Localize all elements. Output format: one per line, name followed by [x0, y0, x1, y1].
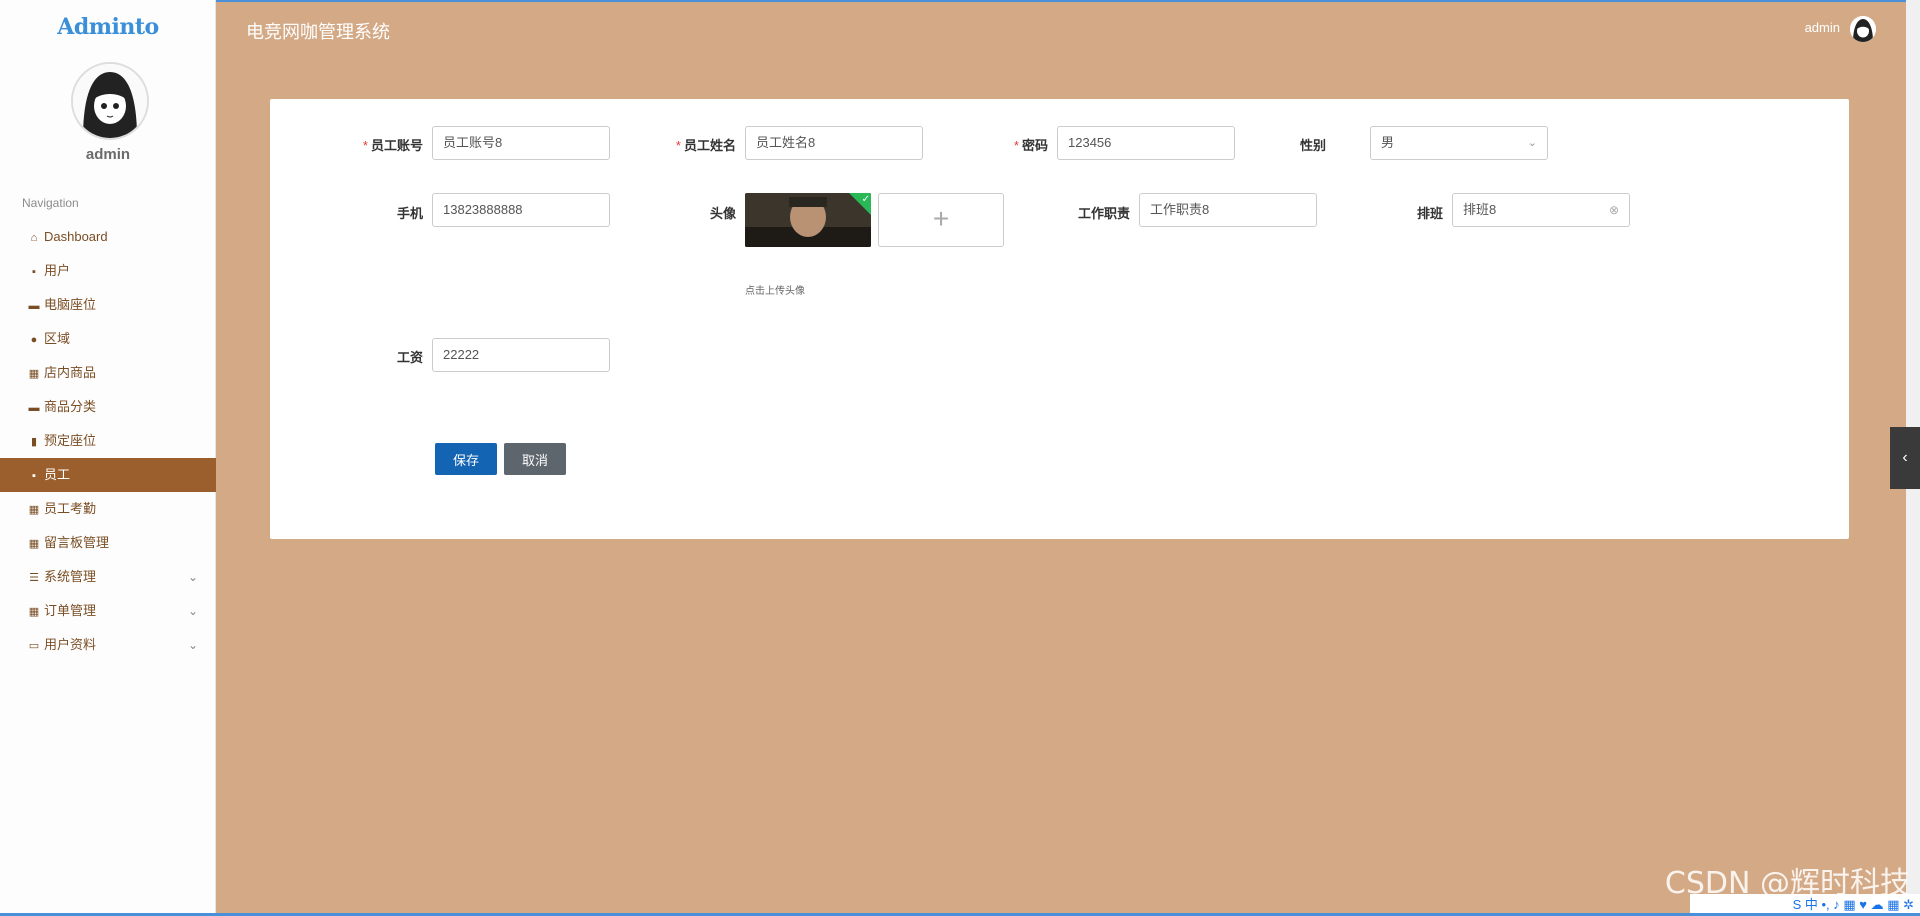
sidebar-item-label: 用户 [44, 263, 71, 278]
clear-icon[interactable]: ⊗ [1609, 194, 1619, 226]
avatar-thumbnail[interactable]: ✓ [745, 193, 871, 247]
phone-input[interactable]: 13823888888 [432, 193, 610, 227]
grid-icon: ▦ [28, 606, 40, 618]
sidebar-item[interactable]: ▪ 员工 [0, 458, 216, 492]
name-label: * 员工姓名 [675, 138, 736, 153]
upload-success-icon: ✓ [849, 193, 871, 215]
schedule-input[interactable]: 排班8 ⊗ [1452, 193, 1630, 227]
sidebar-item[interactable]: ▭ 用户资料 ⌄ [0, 628, 216, 662]
sidebar-item-label: 预定座位 [44, 433, 97, 448]
sidebar-nav: ⌂ Dashboard ▪ 用户 ▬ 电脑座位 ● 区域 ▦ 店内商品 ▬ 商品分类 ▮ 预定座位 ▪ 员工 ▦… [0, 220, 216, 662]
account-label: * 员工账号 [362, 138, 423, 153]
chevron-left-icon: ‹ [1902, 449, 1908, 466]
sidebar-item-label: 店内商品 [44, 365, 97, 380]
cancel-button[interactable]: 取消 [504, 443, 566, 475]
page-title: 电竞网咖管理系统 [246, 22, 390, 42]
sidebar-item-label: 员工考勤 [44, 501, 97, 516]
header-avatar[interactable] [1850, 16, 1876, 42]
home-icon: ⌂ [30, 232, 38, 244]
sidebar-item-label: 订单管理 [44, 603, 97, 618]
id-card-icon: ▭ [28, 640, 40, 652]
clipboard-icon: ▪ [32, 266, 36, 278]
password-label: * 密码 [1013, 138, 1048, 153]
sidebar-item[interactable]: ▦ 订单管理 ⌄ [0, 594, 216, 628]
sidebar-item-label: 用户资料 [44, 637, 97, 652]
nav-section-title: Navigation [22, 196, 79, 210]
comment-icon: ▬ [28, 402, 40, 414]
phone-label: 手机 [396, 206, 423, 221]
gender-select[interactable]: 男 ⌄ [1370, 126, 1548, 160]
gender-selected-value: 男 [1381, 135, 1395, 150]
duty-input[interactable]: 工作职责8 [1139, 193, 1317, 227]
avatar-label: 头像 [709, 206, 736, 221]
clipboard-icon: ▪ [32, 470, 36, 482]
list-icon: ☰ [29, 572, 39, 584]
sidebar-item[interactable]: ▮ 预定座位 [0, 424, 216, 458]
avatar-upload-button[interactable]: + [878, 193, 1004, 247]
schedule-value: 排班8 [1463, 202, 1497, 217]
chevron-down-icon: ⌄ [187, 638, 198, 652]
sidebar-item[interactable]: ▦ 店内商品 [0, 356, 216, 390]
grid-icon: ▦ [28, 504, 40, 516]
chevron-down-icon: ⌄ [187, 604, 198, 618]
chevron-down-icon: ⌄ [187, 570, 198, 584]
sidebar-item-label: 留言板管理 [44, 535, 110, 550]
grid-icon: ▦ [28, 368, 40, 380]
sidebar: Adminto admin Navigation ⌂ Dashboard ▪ 用户 ▬ 电… [0, 0, 216, 916]
sidebar-item-label: 区域 [44, 331, 71, 346]
salary-input[interactable]: 22222 [432, 338, 610, 372]
top-header: 电竞网咖管理系统 admin [216, 0, 1920, 60]
sidebar-item-label: 商品分类 [44, 399, 97, 414]
chevron-down-icon: ⌄ [1527, 137, 1537, 149]
user-icon: ● [30, 334, 38, 346]
sidebar-item[interactable]: ▦ 员工考勤 [0, 492, 216, 526]
avatar-upload-hint: 点击上传头像 [745, 286, 805, 297]
sidebar-item[interactable]: ● 区域 [0, 322, 216, 356]
account-input[interactable]: 员工账号8 [432, 126, 610, 160]
sidebar-item[interactable]: ▬ 商品分类 [0, 390, 216, 424]
sidebar-item[interactable]: ▦ 留言板管理 [0, 526, 216, 560]
user-avatar[interactable] [71, 62, 149, 140]
schedule-label: 排班 [1416, 206, 1443, 221]
name-input[interactable]: 员工姓名8 [745, 126, 923, 160]
sidebar-item-label: 系统管理 [44, 569, 97, 584]
sidebar-item[interactable]: ☰ 系统管理 ⌄ [0, 560, 216, 594]
side-panel-toggle[interactable]: ‹ [1890, 427, 1920, 489]
header-username[interactable]: admin [1805, 20, 1840, 35]
password-input[interactable]: 123456 [1057, 126, 1235, 160]
sidebar-item[interactable]: ▪ 用户 [0, 254, 216, 288]
sidebar-item[interactable]: ▬ 电脑座位 [0, 288, 216, 322]
salary-label: 工资 [396, 350, 423, 365]
duty-label: 工作职责 [1077, 206, 1130, 221]
gender-label: 性别 [1299, 138, 1326, 153]
save-button[interactable]: 保存 [435, 443, 497, 475]
sidebar-item-label: Dashboard [44, 229, 108, 244]
grid-icon: ▦ [28, 538, 40, 550]
sidebar-username: admin [85, 146, 131, 163]
sidebar-item[interactable]: ⌂ Dashboard [0, 220, 216, 254]
bar-chart-icon: ▮ [30, 436, 38, 448]
sidebar-item-label: 电脑座位 [44, 297, 97, 312]
app-logo[interactable]: Adminto [0, 14, 216, 40]
monitor-icon: ▬ [28, 300, 40, 312]
sidebar-item-label: 员工 [44, 467, 71, 482]
